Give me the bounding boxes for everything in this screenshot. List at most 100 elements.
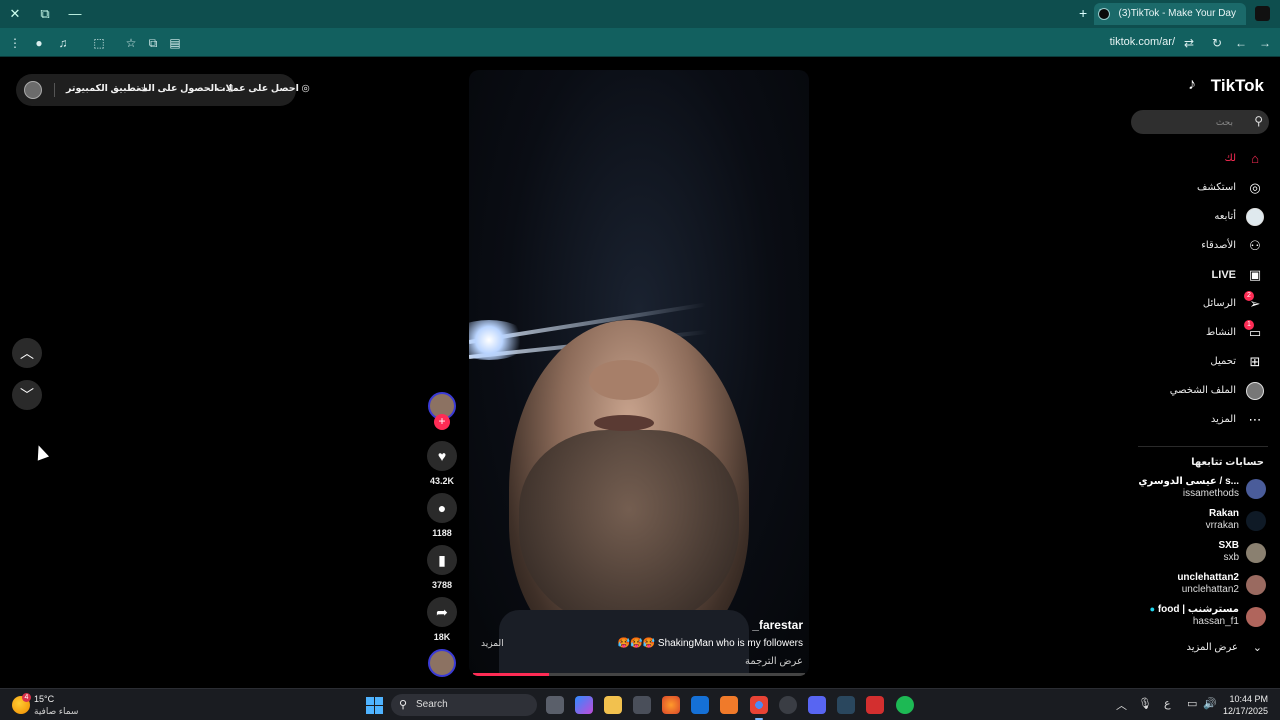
sidebar-item-label: الرسائل: [1202, 298, 1236, 309]
file-explorer-icon[interactable]: [604, 696, 622, 714]
firefox-icon[interactable]: [662, 696, 680, 714]
share-count: 18K: [433, 632, 451, 642]
sidebar-item-for-you[interactable]: لك ⌂: [1124, 150, 1264, 170]
windows-start-icon[interactable]: [366, 697, 383, 714]
menu-icon[interactable]: ⋮: [6, 34, 24, 52]
followed-account[interactable]: SXB sxb: [1126, 540, 1266, 566]
media-icon[interactable]: ♫: [54, 34, 72, 52]
video-username[interactable]: _farestar: [752, 618, 803, 632]
store-icon[interactable]: [633, 696, 651, 714]
followed-account[interactable]: ● food | مسترشنب hassan_f1: [1126, 604, 1266, 630]
next-video-button[interactable]: ﹀: [12, 380, 42, 410]
sidebar-item-label: استكشف: [1197, 182, 1236, 193]
app-icon[interactable]: [866, 696, 884, 714]
tiktok-logo[interactable]: TikTok: [1211, 76, 1264, 96]
profile-avatar-icon[interactable]: ●: [30, 34, 48, 52]
comment-button[interactable]: ●: [427, 493, 457, 523]
sidebar-item-more[interactable]: المزيد ⋯: [1124, 411, 1264, 431]
live-icon: ▣: [1248, 267, 1262, 282]
sidebar-item-label: تحميل: [1210, 356, 1236, 367]
share-arrow-icon: ➦: [436, 604, 448, 620]
weather-temperature: 15°C: [34, 694, 55, 704]
site-settings-icon[interactable]: ⇄: [1180, 34, 1198, 52]
search-icon[interactable]: ⚲: [1254, 114, 1263, 128]
sidebar-item-activity[interactable]: النشاط ▭ 1: [1124, 320, 1264, 344]
close-window-icon[interactable]: ✕: [6, 5, 24, 23]
minimize-window-icon[interactable]: —: [66, 5, 84, 23]
user-avatar[interactable]: [24, 81, 42, 99]
chevron-up-icon[interactable]: ︿: [1116, 697, 1127, 713]
steam-icon[interactable]: [837, 696, 855, 714]
discord-icon[interactable]: [808, 696, 826, 714]
taskbar-search[interactable]: ⚲ Search: [391, 694, 537, 716]
video-player[interactable]: _farestar 🥵🥵🥵 ShakingMan who is my follo…: [469, 70, 809, 676]
volume-icon[interactable]: 🔊: [1203, 697, 1217, 710]
sidebar-item-messages[interactable]: الرسائل ➢ 2: [1124, 291, 1264, 315]
account-avatar: [1246, 479, 1266, 499]
task-view-icon[interactable]: [546, 696, 564, 714]
see-more-button[interactable]: عرض المزيد ⌄: [1144, 641, 1264, 657]
search-input[interactable]: بحث ⚲: [1131, 110, 1269, 134]
sidebar-item-profile[interactable]: الملف الشخصي: [1124, 382, 1264, 402]
upload-icon: ⊞: [1249, 354, 1261, 369]
previous-video-button[interactable]: ︿: [12, 338, 42, 368]
follow-plus-icon[interactable]: +: [434, 414, 450, 430]
sidebar-item-label: الملف الشخصي: [1169, 385, 1236, 396]
browser-tab[interactable]: ✕ (3)TikTok - Make Your Day: [1094, 3, 1246, 25]
new-tab-icon[interactable]: +: [1079, 5, 1087, 21]
sidebar-item-explore[interactable]: استكشف ◎: [1124, 179, 1264, 199]
account-name: ● food | مسترشنب: [1150, 604, 1239, 615]
outlook-icon[interactable]: [691, 696, 709, 714]
address-bar[interactable]: tiktok.com/ar/: [1110, 36, 1175, 48]
sidebar-item-friends[interactable]: الأصدقاء ⚇: [1124, 237, 1264, 257]
language-indicator[interactable]: ع: [1164, 697, 1171, 710]
save-button[interactable]: ▮: [427, 545, 457, 575]
forward-icon[interactable]: →: [1256, 34, 1274, 52]
tiktok-pinned-icon[interactable]: [1255, 6, 1270, 21]
video-progress-bar[interactable]: [473, 673, 805, 676]
save-count: 3788: [431, 580, 453, 590]
see-translation-link[interactable]: عرض الترجمة: [745, 656, 803, 667]
get-coins-button[interactable]: احصل على عملات ◎: [216, 83, 310, 94]
chrome-icon[interactable]: [750, 696, 768, 720]
light-glow: [469, 320, 529, 360]
compass-icon: ◎: [1249, 180, 1261, 195]
account-handle: vrrakan: [1205, 520, 1239, 531]
caption-more-link[interactable]: المزيد: [481, 638, 504, 649]
app-icon[interactable]: [779, 696, 797, 714]
sidebar-item-following[interactable]: أتابعه: [1124, 208, 1264, 228]
sidebar-item-upload[interactable]: تحميل ⊞: [1124, 353, 1264, 373]
network-icon[interactable]: ▭: [1187, 697, 1197, 710]
share-button[interactable]: ➦: [427, 597, 457, 627]
extensions-icon[interactable]: ⬚: [90, 34, 108, 52]
copilot-icon[interactable]: [575, 696, 593, 714]
followed-account[interactable]: Rakan vrrakan: [1126, 508, 1266, 534]
account-avatar: [1246, 543, 1266, 563]
verified-icon: ●: [1149, 604, 1156, 614]
split-screen-icon[interactable]: ▤: [166, 34, 184, 52]
following-accounts-title: حسابات تتابعها: [1191, 457, 1264, 468]
sound-disc-avatar[interactable]: [428, 649, 456, 677]
clock-time[interactable]: 10:44 PM: [1229, 694, 1268, 704]
bookmark-star-icon[interactable]: ☆: [122, 34, 140, 52]
followed-account[interactable]: عيسى الدوسري / s... issamethods: [1126, 476, 1266, 502]
collections-icon[interactable]: ⧉: [144, 34, 162, 52]
restore-window-icon[interactable]: ⧉: [36, 5, 54, 23]
microphone-icon[interactable]: 🎙: [1138, 697, 1152, 710]
pc-app-button[interactable]: تطبيق الكمبيوتر ⤓: [66, 83, 147, 94]
video-subject-beard: [519, 430, 739, 630]
sidebar-item-label: أتابعه: [1214, 211, 1236, 222]
back-icon[interactable]: ←: [1232, 34, 1250, 52]
clock-date[interactable]: 12/17/2025: [1223, 706, 1268, 716]
followed-account[interactable]: unclehattan2 unclehattan2: [1126, 572, 1266, 598]
account-name: Rakan: [1208, 508, 1239, 519]
sidebar-item-live[interactable]: LIVE ▣: [1124, 266, 1264, 286]
tiktok-page: تطبيق الكمبيوتر ⤓ الحصول على الت... ▯ اح…: [0, 58, 1280, 688]
reload-icon[interactable]: ↻: [1208, 34, 1226, 52]
tab-title: (3)TikTok - Make Your Day: [1118, 8, 1236, 19]
account-name: SXB: [1218, 540, 1239, 551]
app-icon[interactable]: [720, 696, 738, 714]
spotify-icon[interactable]: [896, 696, 914, 714]
comment-icon: ●: [437, 500, 447, 516]
like-button[interactable]: ♥: [427, 441, 457, 471]
